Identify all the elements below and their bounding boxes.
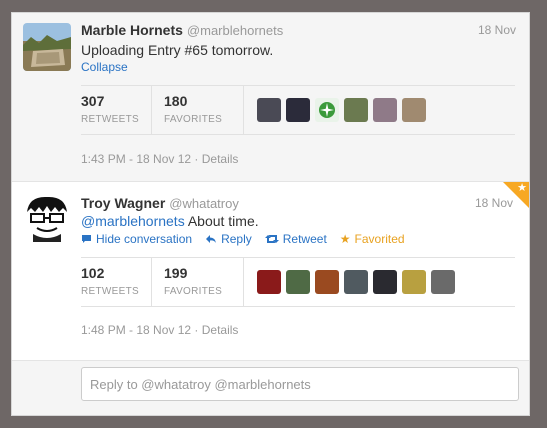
tweet-troy-wagner[interactable]: ★ Troy Wagner @whatatroy 18 Nov @marbleho… xyxy=(12,181,529,361)
hide-conversation-button[interactable]: Hide conversation xyxy=(81,232,192,246)
user-avatar[interactable] xyxy=(315,98,339,122)
tweet-marble-hornets[interactable]: Marble Hornets @marblehornets 18 Nov Uplo… xyxy=(12,13,529,181)
details-link[interactable]: Details xyxy=(202,323,239,337)
user-avatar[interactable] xyxy=(373,98,397,122)
avatar-marble-hornets[interactable] xyxy=(23,23,71,71)
retweets-count: 307 xyxy=(81,93,105,109)
reply-input[interactable]: Reply to @whatatroy @marblehornets xyxy=(81,367,519,401)
reply-label: Reply xyxy=(221,232,252,246)
favorited-button[interactable]: ★ Favorited xyxy=(340,232,405,246)
tweet-date[interactable]: 18 Nov xyxy=(478,23,516,37)
hide-conversation-label: Hide conversation xyxy=(96,232,193,246)
stat-divider xyxy=(243,86,244,134)
collapse-link[interactable]: Collapse xyxy=(81,60,128,74)
retweets-count: 102 xyxy=(81,265,105,281)
stat-divider xyxy=(151,258,152,306)
cartoon-face-image xyxy=(23,194,71,242)
retweets-label: RETWEETS xyxy=(81,114,139,125)
user-avatar[interactable] xyxy=(286,270,310,294)
user-avatar[interactable] xyxy=(257,270,281,294)
star-icon: ★ xyxy=(339,232,351,246)
retweets-label: RETWEETS xyxy=(81,286,139,297)
author-name[interactable]: Troy Wagner @whatatroy xyxy=(81,195,239,211)
favorites-label: FAVORITES xyxy=(164,286,223,297)
tweet-text: Uploading Entry #65 tomorrow. xyxy=(81,42,274,58)
tweet-meta: 1:43 PM - 18 Nov 12 · Details xyxy=(81,152,239,166)
tweet-date[interactable]: 18 Nov xyxy=(475,196,513,210)
favorites-label: FAVORITES xyxy=(164,114,223,125)
mention-link[interactable]: @marblehornets xyxy=(81,213,185,229)
favorited-label: Favorited xyxy=(354,232,405,246)
author-handle[interactable]: @whatatroy xyxy=(169,196,239,211)
tweet-meta: 1:48 PM - 18 Nov 12 · Details xyxy=(81,323,239,337)
reply-button[interactable]: Reply xyxy=(205,232,252,246)
green-compass-icon xyxy=(319,102,335,118)
favoriter-avatars xyxy=(257,270,455,294)
details-link[interactable]: Details xyxy=(202,152,239,166)
tweet-text: @marblehornets About time. xyxy=(81,213,259,229)
user-avatar[interactable] xyxy=(402,270,426,294)
tweet-stats: 307 RETWEETS 180 FAVORITES xyxy=(81,85,515,135)
tweet-detail-panel: Marble Hornets @marblehornets 18 Nov Uplo… xyxy=(11,12,530,416)
tweet-stats: 102 RETWEETS 199 FAVORITES xyxy=(81,257,515,307)
retweet-label: Retweet xyxy=(282,232,327,246)
author-name-text[interactable]: Troy Wagner xyxy=(81,195,165,211)
timestamp[interactable]: 1:48 PM - 18 Nov 12 xyxy=(81,323,191,337)
favorites-count: 199 xyxy=(164,265,188,281)
author-handle[interactable]: @marblehornets xyxy=(187,23,283,38)
author-name[interactable]: Marble Hornets @marblehornets xyxy=(81,22,283,38)
author-name-text[interactable]: Marble Hornets xyxy=(81,22,183,38)
speech-bubble-icon xyxy=(82,235,91,243)
reply-arrow-icon xyxy=(206,235,217,243)
user-avatar[interactable] xyxy=(344,270,368,294)
user-avatar[interactable] xyxy=(373,270,397,294)
retweeter-avatars xyxy=(257,98,426,122)
retweet-icon xyxy=(264,235,279,243)
stat-divider xyxy=(151,86,152,134)
stat-divider xyxy=(243,258,244,306)
user-avatar[interactable] xyxy=(315,270,339,294)
star-icon: ★ xyxy=(517,182,527,194)
user-avatar[interactable] xyxy=(344,98,368,122)
user-avatar[interactable] xyxy=(286,98,310,122)
user-avatar[interactable] xyxy=(257,98,281,122)
tweet-actions: Hide conversation Reply Retweet ★ Favori… xyxy=(81,232,405,246)
timestamp[interactable]: 1:43 PM - 18 Nov 12 xyxy=(81,152,191,166)
cliff-landscape-image xyxy=(23,23,71,71)
retweet-button[interactable]: Retweet xyxy=(264,232,327,246)
user-avatar[interactable] xyxy=(431,270,455,294)
favorites-count: 180 xyxy=(164,93,188,109)
user-avatar[interactable] xyxy=(402,98,426,122)
avatar-troy-wagner[interactable] xyxy=(23,194,71,242)
tweet-text-body: About time. xyxy=(184,213,259,229)
